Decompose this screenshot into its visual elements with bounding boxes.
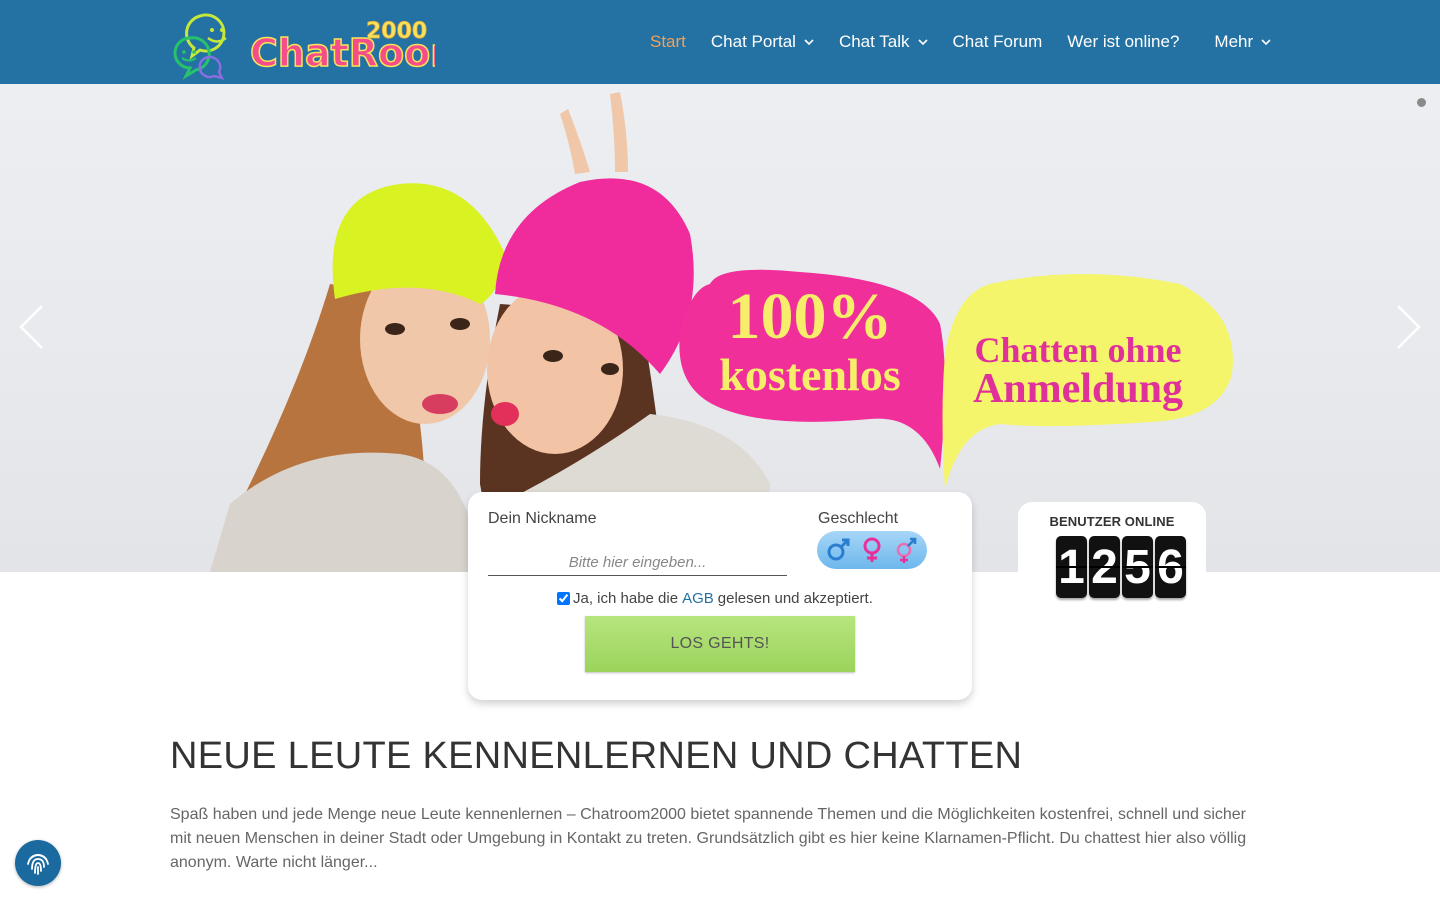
online-counter-label: BENUTZER ONLINE (1049, 514, 1175, 529)
gender-label: Geschlecht (818, 510, 899, 527)
bubble-pink-text: 100% kostenlos (680, 284, 940, 398)
agb-prefix: Ja, ich habe die (573, 590, 679, 607)
chevron-down-icon (804, 39, 814, 46)
nickname-label: Dein Nickname (488, 510, 597, 527)
intro-paragraph: Spaß haben und jede Menge neue Leute ken… (170, 806, 1247, 871)
nav-label: Chat Portal (710, 32, 796, 51)
agb-link[interactable]: AGB (682, 590, 714, 607)
male-icon (827, 538, 850, 561)
nav-item-wer-ist-online[interactable]: Wer ist online? (1067, 32, 1179, 52)
bubble-yellow-line1: Chatten ohne (974, 330, 1182, 370)
female-icon (863, 537, 881, 562)
bubble-yellow-text: Chatten ohne Anmeldung (948, 332, 1208, 410)
los-gehts-button[interactable]: LOS GEHTS! (585, 616, 855, 672)
privacy-settings-button[interactable] (15, 840, 61, 886)
agb-suffix: gelesen und akzeptiert. (717, 590, 873, 607)
svg-text:2000: 2000 (366, 19, 427, 44)
nav-item-mehr[interactable]: Mehr (1214, 32, 1271, 52)
nav-item-chat-forum[interactable]: Chat Forum (953, 32, 1043, 52)
gender-female-button[interactable] (856, 534, 888, 566)
slider-next-arrow-icon[interactable] (1396, 304, 1422, 350)
bubble-pink-mid: kostenlos (719, 349, 901, 400)
slider-prev-arrow-icon[interactable] (18, 304, 44, 350)
nav-item-chat-talk[interactable]: Chat Talk (839, 32, 928, 52)
online-counter: BENUTZER ONLINE 1 2 5 6 (1018, 502, 1206, 610)
gender-selector (817, 531, 927, 569)
slider-dot[interactable] (1417, 98, 1426, 107)
gender-male-button[interactable] (822, 534, 854, 566)
counter-digit: 6 (1155, 536, 1186, 598)
login-form: Dein Nickname Geschlecht Ja, ich habe di… (468, 492, 972, 700)
nav-label: Wer ist online? (1067, 32, 1180, 51)
chevron-down-icon (917, 39, 928, 46)
counter-digit: 5 (1122, 536, 1153, 598)
online-counter-digits: 1 2 5 6 (1056, 536, 1186, 598)
nav-label: Chat Forum (952, 32, 1043, 51)
counter-digit: 2 (1089, 536, 1120, 598)
transgender-icon (896, 537, 917, 563)
agb-checkbox[interactable] (557, 592, 570, 605)
nav-label: Mehr (1214, 32, 1254, 51)
nav-label: Start (650, 32, 686, 51)
gender-trans-button[interactable] (890, 534, 922, 566)
main-nav: Start Chat Portal Chat Talk Chat Forum W… (650, 0, 1271, 84)
nickname-input[interactable] (488, 550, 787, 576)
chevron-down-icon (1261, 39, 1271, 46)
fingerprint-icon (27, 854, 49, 875)
bubble-yellow-line2: Anmeldung (972, 366, 1184, 412)
nav-label: Chat Talk (838, 32, 910, 51)
site-header: ChatRoom 2000 Start Chat Portal Chat Tal… (0, 0, 1440, 84)
section-title: NEUE LEUTE KENNENLERNEN UND CHATTEN (170, 735, 1023, 777)
nav-item-start[interactable]: Start (650, 32, 686, 52)
bubble-pink-big: 100% (727, 280, 893, 353)
agb-consent-row[interactable]: Ja, ich habe die AGB gelesen und akzepti… (557, 590, 873, 607)
counter-digit: 1 (1056, 536, 1087, 598)
chatroom2000-logo[interactable]: ChatRoom 2000 (170, 8, 435, 80)
nav-item-chat-portal[interactable]: Chat Portal (711, 32, 814, 52)
chat-bubbles-icon (173, 13, 227, 80)
